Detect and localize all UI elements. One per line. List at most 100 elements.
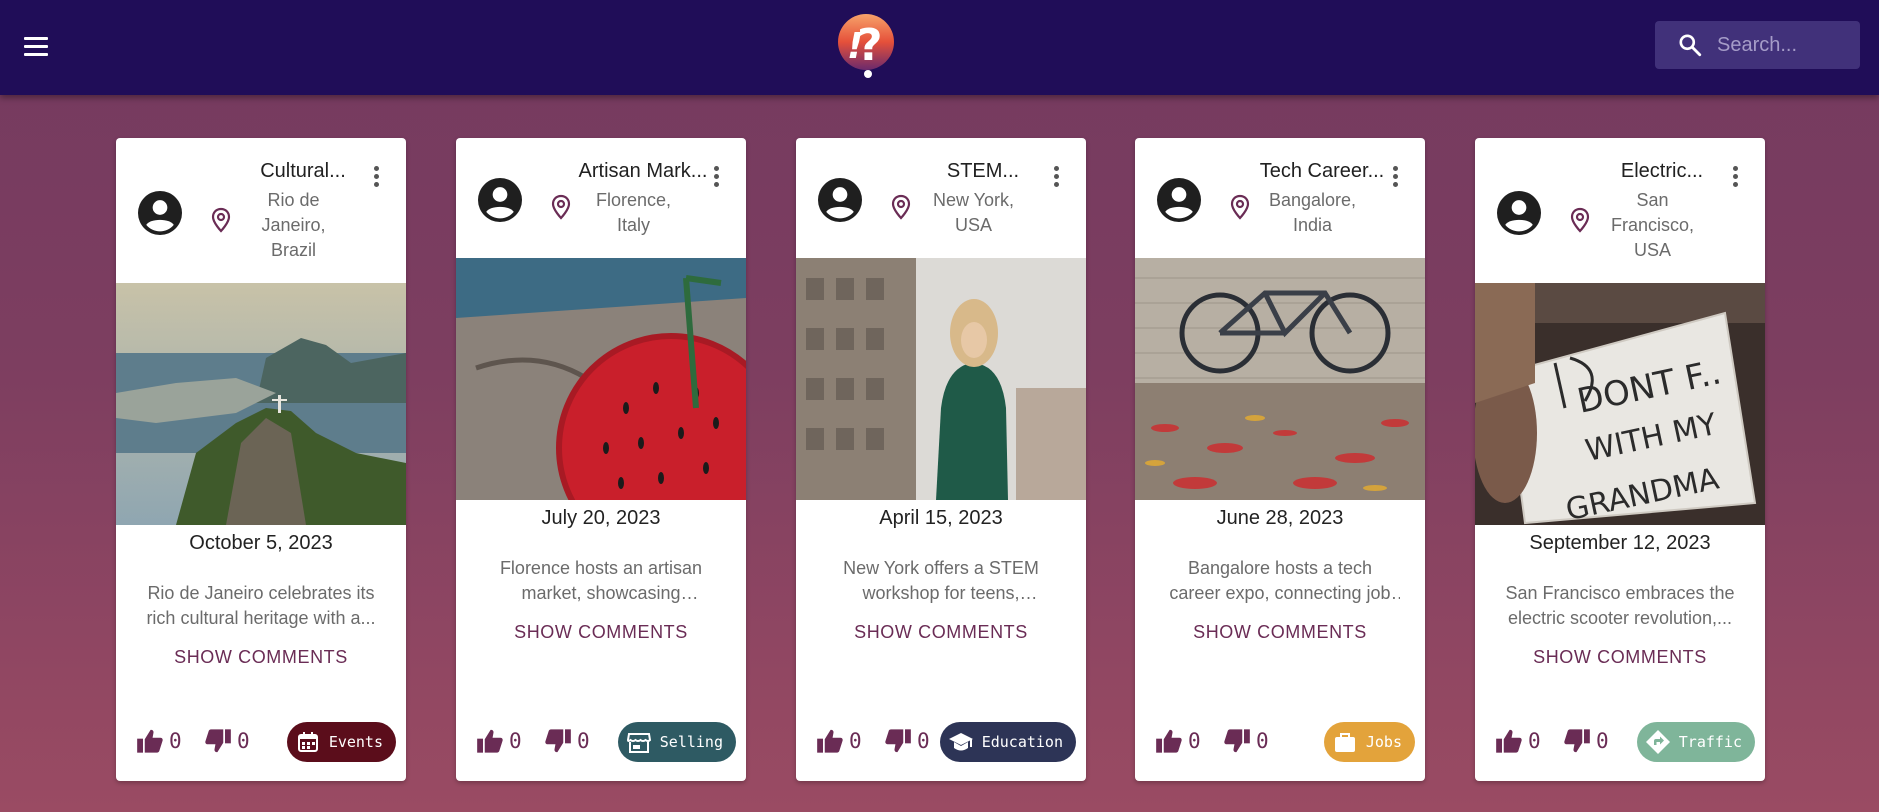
store-icon <box>626 733 651 753</box>
like-count: 0 <box>1188 729 1201 753</box>
show-comments-button[interactable]: SHOW COMMENTS <box>456 622 746 643</box>
post-card: Electric... San Francisco, USA DONT F.. W… <box>1475 138 1765 781</box>
category-label: Selling <box>659 733 723 751</box>
card-header: Artisan Mark... Florence, Italy <box>456 138 746 258</box>
like-button[interactable]: 0 <box>1155 728 1201 754</box>
card-description: Rio de Janeiro celebrates its rich cultu… <box>146 583 376 628</box>
card-header: Tech Career... Bangalore, India <box>1135 138 1425 258</box>
card-header: STEM... New York, USA <box>796 138 1086 258</box>
thumb-up-icon <box>1156 729 1182 753</box>
card-header: Cultural... Rio de Janeiro, Brazil <box>116 138 406 283</box>
like-button[interactable]: 0 <box>1495 728 1541 754</box>
like-count: 0 <box>169 729 182 753</box>
show-comments-button[interactable]: SHOW COMMENTS <box>116 647 406 668</box>
dislike-button[interactable]: 0 <box>1223 728 1269 754</box>
card-date: September 12, 2023 <box>1529 532 1711 554</box>
card-header: Electric... San Francisco, USA <box>1475 138 1765 283</box>
category-label: Traffic <box>1678 733 1742 751</box>
location-pin-icon <box>891 194 911 220</box>
dislike-button[interactable]: 0 <box>544 728 590 754</box>
card-footer: 0 0 Education <box>796 722 1086 762</box>
card-description: New York offers a STEM workshop for teen… <box>843 558 1039 603</box>
card-photo <box>796 258 1086 500</box>
card-location: Florence, Italy <box>595 190 672 235</box>
card-location: Bangalore, India <box>1268 190 1357 235</box>
dislike-count: 0 <box>577 729 590 753</box>
card-footer: 0 0 Selling <box>456 722 746 762</box>
category-label: Education <box>981 733 1063 751</box>
show-comments-button[interactable]: SHOW COMMENTS <box>1475 647 1765 668</box>
account-circle-icon[interactable] <box>1497 190 1541 235</box>
more-vert-icon[interactable] <box>1052 166 1060 190</box>
account-circle-icon[interactable] <box>478 178 522 222</box>
post-card: Tech Career... Bangalore, India June 28,… <box>1135 138 1425 781</box>
post-card: STEM... New York, USA April 15, 2023 New… <box>796 138 1086 781</box>
directions-icon <box>1645 730 1670 754</box>
dislike-count: 0 <box>917 729 930 753</box>
thumb-up-icon <box>137 729 163 753</box>
location-pin-icon <box>1570 207 1590 233</box>
card-title: STEM... <box>946 160 1020 182</box>
card-description: San Francisco embraces the electric scoo… <box>1505 583 1735 628</box>
thumb-up-icon <box>1496 729 1522 753</box>
card-date: April 15, 2023 <box>879 507 1003 529</box>
menu-icon[interactable] <box>20 30 52 62</box>
card-description: Bangalore hosts a tech career expo, conn… <box>1169 558 1391 603</box>
svg-text:?: ? <box>857 20 883 71</box>
post-card: Artisan Mark... Florence, Italy July 20,… <box>456 138 746 781</box>
card-location: New York, USA <box>932 190 1015 235</box>
show-comments-button[interactable]: SHOW COMMENTS <box>1135 622 1425 643</box>
card-location: Rio de Janeiro, Brazil <box>261 190 326 260</box>
location-pin-icon <box>1230 194 1250 220</box>
category-chip-education[interactable]: Education <box>939 722 1076 762</box>
card-description: Florence hosts an artisan market, showca… <box>499 558 703 603</box>
account-circle-icon[interactable] <box>138 190 182 235</box>
like-count: 0 <box>849 729 862 753</box>
search-input[interactable] <box>1717 33 1857 57</box>
thumb-up-icon <box>477 729 503 753</box>
like-button[interactable]: 0 <box>816 728 862 754</box>
category-chip-traffic[interactable]: Traffic <box>1636 722 1755 762</box>
graduation-cap-icon <box>948 733 973 751</box>
more-vert-icon[interactable] <box>712 166 720 190</box>
card-title: Tech Career... <box>1259 160 1385 182</box>
dislike-count: 0 <box>1256 729 1269 753</box>
card-title: Electric... <box>1620 160 1704 182</box>
more-vert-icon[interactable] <box>372 166 380 190</box>
thumb-down-icon <box>885 729 911 753</box>
show-comments-button[interactable]: SHOW COMMENTS <box>796 622 1086 643</box>
location-pin-icon <box>551 194 571 220</box>
card-date: October 5, 2023 <box>189 532 333 554</box>
question-exclamation-logo[interactable]: ! ? <box>835 8 897 80</box>
app-bar: ! ? <box>0 0 1879 95</box>
card-location: San Francisco, USA <box>1610 190 1695 260</box>
card-photo: DONT F..WITH MYGRANDMA <box>1475 283 1765 525</box>
card-footer: 0 0 Events <box>116 722 406 762</box>
more-vert-icon[interactable] <box>1391 166 1399 190</box>
account-circle-icon[interactable] <box>1157 178 1201 222</box>
dislike-button[interactable]: 0 <box>1563 728 1609 754</box>
dislike-button[interactable]: 0 <box>204 728 250 754</box>
card-title: Cultural... <box>260 160 346 182</box>
like-button[interactable]: 0 <box>136 728 182 754</box>
more-vert-icon[interactable] <box>1731 166 1739 190</box>
card-photo <box>116 283 406 525</box>
card-title: Artisan Mark... <box>578 160 708 182</box>
dislike-button[interactable]: 0 <box>884 728 930 754</box>
calendar-icon <box>297 732 318 752</box>
dislike-count: 0 <box>1596 729 1609 753</box>
category-chip-events[interactable]: Events <box>286 722 396 762</box>
thumb-down-icon <box>1564 729 1590 753</box>
category-label: Jobs <box>1365 733 1402 751</box>
search-icon <box>1679 34 1702 57</box>
like-button[interactable]: 0 <box>476 728 522 754</box>
location-pin-icon <box>211 207 231 233</box>
card-footer: 0 0 Traffic <box>1475 722 1765 762</box>
thumb-down-icon <box>1224 729 1250 753</box>
card-footer: 0 0 Jobs <box>1135 722 1425 762</box>
category-chip-selling[interactable]: Selling <box>617 722 736 762</box>
account-circle-icon[interactable] <box>818 178 862 222</box>
search-box[interactable] <box>1655 21 1860 69</box>
card-date: June 28, 2023 <box>1216 507 1344 529</box>
category-chip-jobs[interactable]: Jobs <box>1323 722 1415 762</box>
